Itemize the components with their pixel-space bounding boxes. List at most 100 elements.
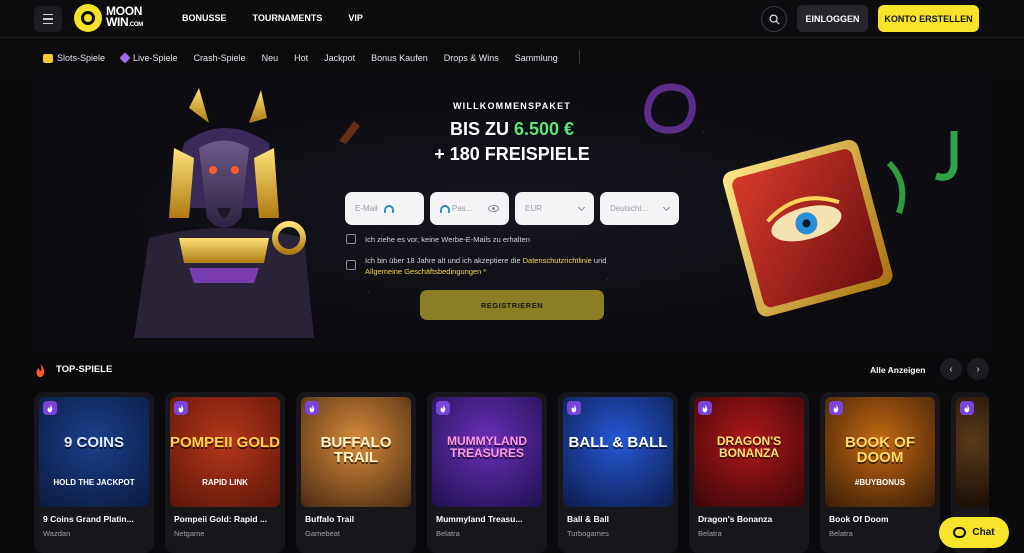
game-name: Ball & Ball (567, 514, 610, 524)
chat-label: Chat (972, 527, 995, 538)
login-button[interactable]: EINLOGGEN (797, 5, 868, 32)
hot-badge-icon (305, 401, 319, 415)
bonus-headline: BIS ZU 6.500 € (34, 119, 990, 140)
chevron-down-icon (662, 203, 671, 211)
chevron-down-icon (577, 203, 586, 211)
hot-badge-icon (567, 401, 581, 415)
currency-value: EUR (525, 204, 542, 213)
game-card[interactable]: DRAGON'S BONANZA Dragon's Bonanza Belatra (689, 392, 809, 553)
page: MOON WIN.COM BONUSSE TOURNAMENTS VIP EIN… (0, 0, 1024, 553)
category-slots[interactable]: Slots-Spiele (43, 53, 105, 63)
category-label: Live-Spiele (133, 53, 178, 63)
hot-badge-icon (43, 401, 57, 415)
password-field[interactable]: Pas... (430, 192, 509, 225)
menu-button[interactable] (34, 6, 62, 32)
category-label: Sammlung (514, 53, 558, 63)
game-art-title: MUMMYLAND TREASURES (447, 434, 527, 460)
category-bonus-buy[interactable]: Bonus Kaufen (371, 53, 428, 63)
game-name: Buffalo Trail (305, 514, 355, 524)
search-button[interactable] (761, 6, 787, 32)
game-provider: Belatra (698, 529, 722, 538)
autofill-icon (383, 204, 394, 213)
category-label: Neu (261, 53, 279, 63)
game-card[interactable]: POMPEII GOLD RAPID LINK Pompeii Gold: Rapi… (165, 392, 285, 553)
slots-icon (43, 53, 53, 63)
game-card[interactable]: MUMMYLAND TREASURES Mummyland Treasu... Be… (427, 392, 547, 553)
age-terms-checkbox[interactable] (346, 260, 356, 270)
bonus-prefix: BIS ZU (449, 119, 514, 139)
age-terms-label: Ich bin über 18 Jahre alt und ich akzept… (365, 256, 607, 276)
category-collection[interactable]: Sammlung (515, 53, 558, 63)
logo[interactable]: MOON WIN.COM (74, 4, 143, 32)
game-name: Dragon's Bonanza (698, 514, 773, 524)
terms-link[interactable]: Allgemeine Geschäftsbedingungen (365, 267, 481, 276)
game-name: Book Of Doom (829, 514, 889, 524)
category-divider (579, 50, 580, 64)
category-crash[interactable]: Crash-Spiele (194, 53, 246, 63)
game-art-subtitle: HOLD THE JACKPOT (53, 478, 135, 487)
main-nav: BONUSSE TOURNAMENTS VIP (182, 13, 389, 23)
category-label: Bonus Kaufen (371, 53, 428, 63)
hamburger-icon (43, 12, 53, 26)
hot-badge-icon (829, 401, 843, 415)
game-name: Mummyland Treasu... (436, 514, 523, 524)
welcome-package-label: WILLKOMMENSPAKET (452, 101, 572, 111)
logo-text-com: .COM (128, 21, 143, 28)
welcome-banner: WILLKOMMENSPAKET BIS ZU 6.500 € + 180 FR… (34, 78, 990, 346)
bonus-amount: 6.500 € (513, 119, 575, 139)
no-promo-emails-checkbox[interactable] (346, 234, 356, 244)
chevron-right-icon: › (976, 363, 980, 375)
password-placeholder: Pas... (452, 204, 473, 213)
hot-badge-icon (960, 401, 974, 415)
category-live[interactable]: Live-Spiele (119, 52, 178, 64)
privacy-policy-link[interactable]: Datenschutzrichtlinie (523, 256, 592, 265)
game-provider: Belatra (436, 529, 460, 538)
email-field[interactable]: E-Mail (345, 192, 424, 225)
game-card[interactable]: BUFFALO TRAIL Buffalo Trail Gamebeat (296, 392, 416, 553)
game-card[interactable]: BALL & BALL Ball & Ball Turbogames (558, 392, 678, 553)
free-spins-headline: + 180 FREISPIELE (434, 144, 590, 164)
game-provider: Gamebeat (305, 529, 341, 538)
logo-text-line2: WIN (106, 14, 129, 29)
game-provider: Wazdan (43, 529, 71, 538)
game-art-subtitle: #BUYBONUS (854, 478, 906, 487)
show-password-icon[interactable] (488, 205, 499, 212)
hot-badge-icon (436, 401, 450, 415)
category-label: Slots-Spiele (57, 53, 106, 63)
game-art-title: BOOK OF DOOM (845, 434, 915, 466)
game-card[interactable]: 9 COINS HOLD THE JACKPOT 9 Coins Grand Pla… (34, 392, 154, 553)
email-placeholder: E-Mail (355, 204, 378, 213)
game-card[interactable]: BOOK OF DOOM #BUYBONUS Book Of Doom Belatra (820, 392, 940, 553)
game-art-title: BALL & BALL (568, 434, 668, 451)
top-games-title: TOP-SPIELE (56, 364, 113, 375)
chat-bubble-icon (953, 527, 967, 538)
nav-tournaments[interactable]: TOURNAMENTS (253, 13, 323, 23)
logo-mark-icon (74, 4, 102, 32)
game-name: Pompeii Gold: Rapid ... (174, 514, 268, 524)
game-art-subtitle: RAPID LINK (202, 478, 248, 487)
nav-vip[interactable]: VIP (348, 13, 363, 23)
category-label: Crash-Spiele (193, 53, 246, 63)
currency-select[interactable]: EUR (515, 192, 594, 225)
category-label: Hot (294, 53, 309, 63)
category-nav: Slots-Spiele Live-Spiele Crash-Spiele Ne… (0, 38, 1024, 78)
nav-bonusse[interactable]: BONUSSE (182, 13, 227, 23)
no-promo-emails-label: Ich ziehe es vor, keine Werbe-E-Mails zu… (365, 235, 530, 244)
create-account-button[interactable]: KONTO ERSTELLEN (878, 5, 979, 32)
carousel-next-button[interactable]: › (967, 358, 989, 380)
category-hot[interactable]: Hot (294, 53, 308, 63)
chat-button[interactable]: Chat (939, 517, 1009, 548)
autofill-icon (440, 204, 450, 213)
register-button[interactable]: REGISTRIEREN (420, 290, 604, 320)
hot-badge-icon (174, 401, 188, 415)
game-name: 9 Coins Grand Platin... (43, 514, 134, 524)
search-icon (768, 13, 780, 25)
category-drops-wins[interactable]: Drops & Wins (444, 53, 499, 63)
country-select[interactable]: Deutschl... (600, 192, 679, 225)
country-value: Deutschl... (610, 204, 648, 213)
carousel-prev-button[interactable]: ‹ (940, 358, 962, 380)
category-jackpot[interactable]: Jackpot (324, 53, 355, 63)
view-all-link[interactable]: Alle Anzeigen (870, 365, 925, 375)
game-art-title: BUFFALO TRAIL (320, 434, 392, 466)
category-new[interactable]: Neu (262, 53, 279, 63)
